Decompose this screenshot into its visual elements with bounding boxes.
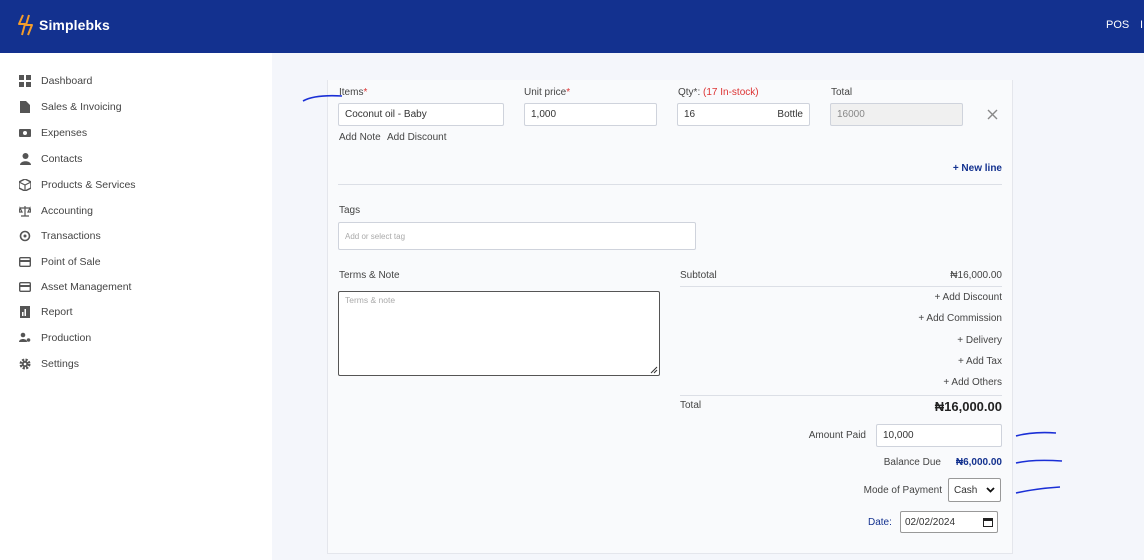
gear-icon [19,358,31,370]
calendar-icon[interactable] [983,517,993,527]
sidebar-item-point-of-sale[interactable]: Point of Sale [19,256,101,268]
refresh-icon [19,230,31,242]
add-discount-link[interactable]: + Add Discount [934,292,1002,303]
in-stock-text: (17 In-stock) [703,87,759,98]
terms-textarea[interactable]: Terms & note [338,291,660,376]
add-tax-link[interactable]: + Add Tax [958,356,1002,367]
total-summary-label: Total [680,400,702,411]
grid-icon [19,75,31,87]
date-input[interactable]: 02/02/2024 [900,511,998,533]
sidebar-item-label: Production [41,332,92,344]
app-name: Simplebks [39,17,110,33]
qty-label-text: Qty*: [678,87,701,98]
app-logo[interactable]: Simplebks [17,14,110,36]
required-marker: * [566,87,571,98]
user-icon [19,153,31,165]
sidebar: Dashboard Sales & Invoicing Expenses Con… [0,53,272,560]
sidebar-item-asset-management[interactable]: Asset Management [19,281,131,293]
total-label: Total [831,87,853,98]
sidebar-item-report[interactable]: Report [19,306,73,318]
pos-link[interactable]: POS [1106,19,1129,31]
line-items-divider [338,184,1002,185]
mode-of-payment-value: Cash [954,484,978,496]
unit-price-input[interactable]: 1,000 [524,103,657,126]
others-divider [680,395,1002,396]
remove-line-icon[interactable] [987,109,998,120]
date-label: Date: [868,517,892,528]
sidebar-item-label: Settings [41,358,79,370]
top-bar: Simplebks POS I [0,0,1144,53]
add-others-link[interactable]: + Add Others [943,377,1002,388]
add-note-link[interactable]: Add Note [339,132,381,143]
balance-due-value: ₦6,000.00 [955,457,1002,468]
annotation-mark [1015,486,1061,494]
resize-handle-icon[interactable] [649,365,658,374]
sidebar-item-label: Point of Sale [41,256,101,268]
add-discount-line-link[interactable]: Add Discount [387,132,446,143]
sidebar-item-label: Sales & Invoicing [41,101,122,113]
sidebar-item-products[interactable]: Products & Services [19,179,136,191]
top-right-link[interactable]: I [1140,19,1143,31]
logo-icon [18,14,33,36]
box-icon [19,179,31,191]
date-value: 02/02/2024 [905,516,956,528]
tags-placeholder: Add or select tag [345,231,406,241]
sidebar-item-label: Report [41,306,73,318]
chevron-down-icon [986,487,995,493]
sidebar-item-contacts[interactable]: Contacts [19,153,82,165]
subtotal-divider [680,286,1002,287]
sidebar-item-label: Contacts [41,153,83,165]
required-marker: * [363,87,368,98]
balance-due-label: Balance Due [883,457,941,468]
sidebar-item-sales[interactable]: Sales & Invoicing [19,101,122,113]
scale-icon [19,205,31,217]
annotation-mark [1015,459,1063,464]
sidebar-item-label: Asset Management [41,281,132,293]
terms-label: Terms & Note [339,270,400,281]
line-total-input: 16000 [830,103,963,126]
sidebar-item-label: Accounting [41,205,93,217]
tags-label: Tags [339,205,361,216]
annotation-mark [1015,431,1057,437]
sidebar-item-accounting[interactable]: Accounting [19,205,93,217]
terms-placeholder: Terms & note [345,295,396,305]
sidebar-item-label: Dashboard [41,75,93,87]
tags-input[interactable]: Add or select tag [338,222,696,250]
sidebar-item-transactions[interactable]: Transactions [19,230,101,242]
sidebar-item-label: Products & Services [41,179,136,191]
sidebar-item-settings[interactable]: Settings [19,358,79,370]
sidebar-item-expenses[interactable]: Expenses [19,127,87,139]
add-commission-link[interactable]: + Add Commission [918,313,1002,324]
qty-unit: Bottle [777,109,803,120]
total-summary-value: ₦16,000.00 [934,399,1002,414]
wallet-icon [19,127,31,139]
annotation-mark [302,94,343,102]
mode-of-payment-label: Mode of Payment [863,485,942,496]
card-icon [19,256,31,268]
qty-label: Qty*: (17 In-stock) [678,87,759,98]
delivery-link[interactable]: + Delivery [957,335,1002,346]
subtotal-value: ₦16,000.00 [950,270,1002,281]
amount-paid-input[interactable]: 10,000 [876,424,1002,447]
file-icon [19,101,31,113]
unit-price-label: Unit price* [524,87,570,98]
report-icon [19,306,31,318]
people-icon [19,332,31,344]
qty-value: 16 [684,109,696,120]
sidebar-item-label: Expenses [41,127,88,139]
qty-input[interactable]: 16 Bottle [677,103,810,126]
amount-paid-label: Amount Paid [808,430,866,441]
sidebar-item-production[interactable]: Production [19,332,91,344]
card-icon [19,281,31,293]
subtotal-label: Subtotal [680,270,717,281]
unit-price-label-text: Unit price [524,87,567,98]
sidebar-item-label: Transactions [41,230,101,242]
item-select[interactable]: Coconut oil - Baby [338,103,504,126]
new-line-link[interactable]: + New line [945,163,1002,174]
mode-of-payment-select[interactable]: Cash [948,478,1001,502]
sidebar-item-dashboard[interactable]: Dashboard [19,75,92,87]
